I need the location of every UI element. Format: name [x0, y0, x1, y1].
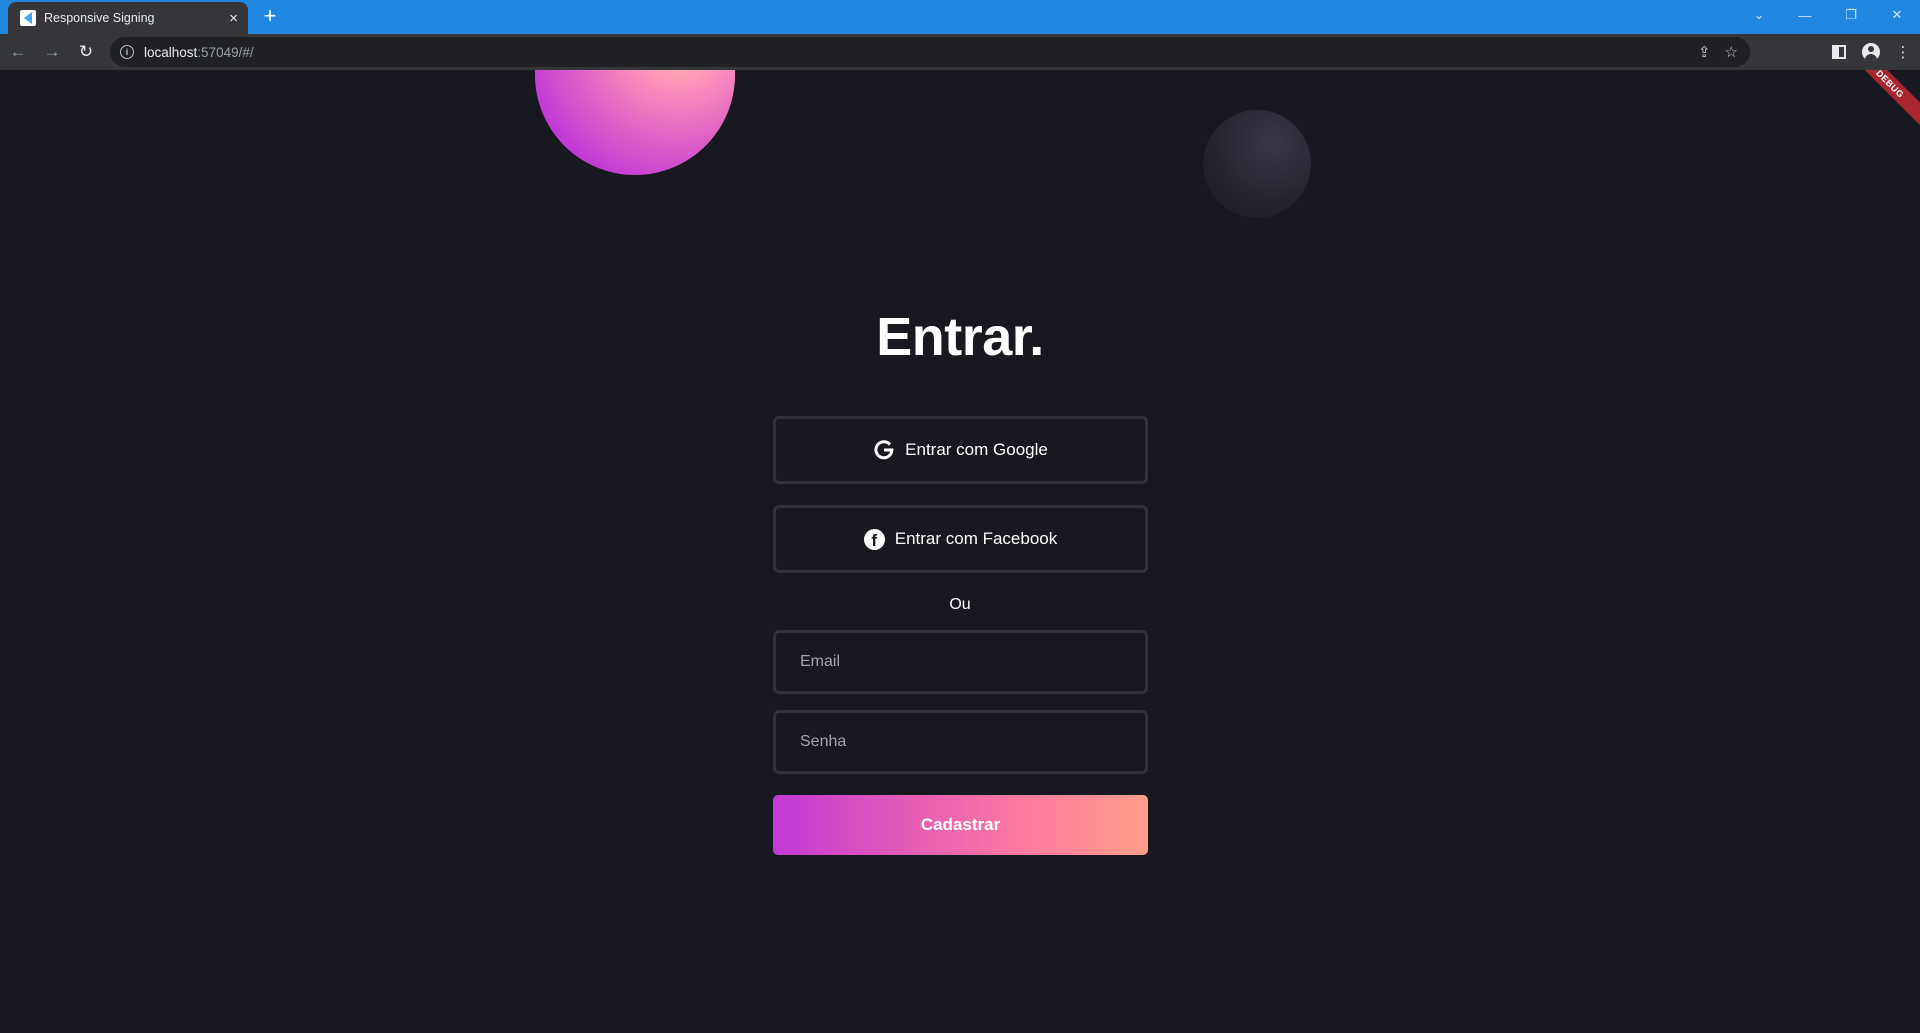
browser-toolbar: ← → ↻ i localhost :57049/#/ ⇪ ☆ ⋮	[0, 34, 1920, 70]
address-bar[interactable]: i localhost :57049/#/ ⇪ ☆	[110, 37, 1750, 67]
google-signin-button[interactable]: Entrar com Google	[773, 416, 1148, 484]
debug-banner: DEBUG	[1841, 70, 1920, 133]
tab-close-icon[interactable]: ×	[229, 11, 238, 26]
toolbar-actions: ⋮	[1830, 34, 1912, 70]
decorative-pink-sphere	[535, 70, 735, 175]
page-content: DEBUG Entrar. Entrar com Google f Entrar…	[0, 70, 1920, 1033]
bookmark-star-icon[interactable]: ☆	[1725, 43, 1738, 61]
close-window-icon[interactable]: ✕	[1874, 0, 1920, 30]
tab-search-icon[interactable]: ⌄	[1736, 0, 1782, 30]
facebook-signin-button[interactable]: f Entrar com Facebook	[773, 505, 1148, 573]
forward-arrow-icon[interactable]: →	[36, 36, 68, 68]
profile-icon[interactable]	[1862, 43, 1880, 61]
page-title: Entrar.	[876, 307, 1044, 367]
register-button[interactable]: Cadastrar	[773, 795, 1148, 855]
email-field[interactable]	[773, 630, 1148, 694]
google-button-label: Entrar com Google	[905, 440, 1048, 459]
restore-icon[interactable]: ❐	[1828, 0, 1874, 30]
password-field[interactable]	[773, 710, 1148, 774]
side-panel-icon[interactable]	[1830, 43, 1848, 61]
decorative-dark-sphere	[1203, 110, 1311, 218]
flutter-favicon-icon	[20, 10, 36, 26]
facebook-button-label: Entrar com Facebook	[894, 529, 1058, 548]
more-menu-icon[interactable]: ⋮	[1894, 43, 1912, 61]
window-controls: ⌄ — ❐ ✕	[1736, 0, 1920, 30]
reload-icon[interactable]: ↻	[70, 36, 102, 68]
url-path: :57049/#/	[197, 44, 254, 60]
back-arrow-icon[interactable]: ←	[2, 36, 34, 68]
new-tab-button[interactable]: +	[258, 5, 282, 29]
site-info-icon[interactable]: i	[120, 45, 134, 59]
address-bar-actions: ⇪ ☆	[1698, 37, 1738, 67]
url-host: localhost	[144, 44, 198, 60]
browser-tab[interactable]: Responsive Signing ×	[8, 2, 248, 34]
facebook-icon: f	[863, 528, 885, 550]
google-icon	[873, 439, 895, 461]
or-divider: Ou	[949, 596, 971, 613]
minimize-icon[interactable]: —	[1782, 0, 1828, 30]
browser-titlebar: Responsive Signing × + ⌄ — ❐ ✕	[0, 0, 1920, 34]
share-icon[interactable]: ⇪	[1698, 43, 1711, 61]
tab-title: Responsive Signing	[44, 11, 155, 25]
